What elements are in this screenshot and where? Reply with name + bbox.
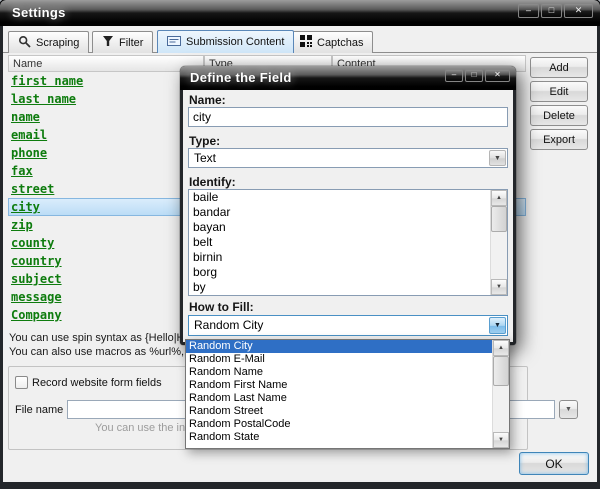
- form-icon: [167, 35, 181, 50]
- type-select-value: Text: [194, 149, 216, 167]
- how-to-fill-dropdown-list: Random City Random E-Mail Random Name Ra…: [185, 339, 510, 449]
- tab-label: Captchas: [317, 37, 363, 49]
- scroll-down-icon: ▼: [498, 437, 504, 443]
- list-item[interactable]: baile: [189, 190, 490, 205]
- maximize-icon: □: [472, 70, 477, 79]
- scroll-down-icon: ▼: [496, 284, 502, 290]
- close-button[interactable]: ✕: [564, 3, 593, 18]
- name-input[interactable]: [188, 107, 508, 127]
- minimize-button[interactable]: –: [518, 3, 539, 18]
- define-field-dialog: Define the Field – □ ✕ Name: Type: Text …: [180, 66, 516, 345]
- dropdown-option[interactable]: Random E-Mail: [186, 353, 492, 366]
- settings-titlebar[interactable]: Settings – □ ✕: [0, 0, 600, 26]
- scroll-up-button[interactable]: ▲: [491, 190, 507, 206]
- dialog-body: Name: Type: Text ▼ Identify: baile banda…: [183, 90, 513, 342]
- tab-captchas[interactable]: Captchas: [290, 31, 373, 53]
- tab-filter[interactable]: Filter: [92, 31, 153, 53]
- scroll-up-icon: ▲: [496, 195, 502, 201]
- list-item[interactable]: bayan: [189, 220, 490, 235]
- funnel-icon: [102, 35, 114, 50]
- list-item[interactable]: birnin: [189, 250, 490, 265]
- ok-button[interactable]: OK: [519, 452, 589, 475]
- column-header-name[interactable]: Name: [8, 55, 204, 72]
- dropdown-option[interactable]: Random First Name: [186, 379, 492, 392]
- window-title: Settings: [12, 5, 66, 20]
- minimize-icon: –: [452, 70, 456, 79]
- type-select[interactable]: Text ▼: [188, 148, 508, 168]
- dialog-window-controls: – □ ✕: [445, 69, 510, 82]
- dropdown-option[interactable]: Random Last Name: [186, 392, 492, 405]
- spin-syntax-note: You can use spin syntax as {Hello|H: [9, 332, 185, 344]
- dropdown-scrollbar[interactable]: ▲ ▼: [492, 340, 509, 448]
- dropdown-option[interactable]: Random Street: [186, 405, 492, 418]
- scrollbar-thumb[interactable]: [491, 206, 507, 232]
- maximize-icon: □: [549, 5, 554, 15]
- dropdown-option-selected[interactable]: Random City: [186, 340, 492, 353]
- chevron-down-icon[interactable]: ▼: [489, 317, 506, 334]
- record-form-fields-checkbox[interactable]: [15, 376, 28, 389]
- tab-submission-content[interactable]: Submission Content: [157, 30, 294, 53]
- window-controls: – □ ✕: [518, 3, 593, 18]
- file-name-label: File name: [15, 404, 63, 416]
- macros-note: You can also use macros as %url%,: [9, 346, 184, 358]
- qr-icon: [300, 35, 312, 50]
- dialog-title: Define the Field: [190, 70, 292, 85]
- list-item[interactable]: by: [189, 280, 490, 295]
- name-label: Name:: [189, 93, 226, 107]
- tab-label: Filter: [119, 37, 143, 49]
- list-item[interactable]: bandar: [189, 205, 490, 220]
- magnifier-icon: [18, 35, 31, 51]
- tab-label: Scraping: [36, 37, 79, 49]
- export-button[interactable]: Export: [530, 129, 588, 150]
- dialog-maximize-button[interactable]: □: [465, 69, 483, 82]
- settings-window: Settings – □ ✕ Scraping Filter Submissio…: [0, 0, 600, 489]
- chevron-down-icon: ▼: [565, 406, 572, 413]
- close-icon: ✕: [494, 70, 501, 79]
- list-item[interactable]: borg: [189, 265, 490, 280]
- how-to-fill-select[interactable]: Random City ▼: [188, 315, 508, 336]
- add-button[interactable]: Add: [530, 57, 588, 78]
- dropdown-option[interactable]: Random PostalCode: [186, 418, 492, 431]
- tab-scraping[interactable]: Scraping: [8, 31, 89, 53]
- how-to-fill-label: How to Fill:: [189, 300, 254, 314]
- type-label: Type:: [189, 134, 220, 148]
- list-item[interactable]: belt: [189, 235, 490, 250]
- tab-label: Submission Content: [186, 36, 284, 48]
- edit-button[interactable]: Edit: [530, 81, 588, 102]
- dialog-titlebar[interactable]: Define the Field – □ ✕: [180, 66, 516, 90]
- minimize-icon: –: [526, 5, 531, 15]
- dropdown-option[interactable]: Random Name: [186, 366, 492, 379]
- scroll-up-icon: ▲: [498, 345, 504, 351]
- identify-scrollbar[interactable]: ▲ ▼: [490, 190, 507, 295]
- dialog-close-button[interactable]: ✕: [485, 69, 510, 82]
- scroll-down-button[interactable]: ▼: [491, 279, 507, 295]
- scrollbar-thumb[interactable]: [493, 356, 509, 386]
- file-name-dropdown-button[interactable]: ▼: [559, 400, 578, 419]
- scroll-down-button[interactable]: ▼: [493, 432, 509, 448]
- identify-label: Identify:: [189, 175, 236, 189]
- how-to-fill-value: Random City: [194, 316, 263, 335]
- delete-button[interactable]: Delete: [530, 105, 588, 126]
- identify-listbox[interactable]: baile bandar bayan belt birnin borg by ▲…: [188, 189, 508, 296]
- record-form-fields-label: Record website form fields: [32, 377, 162, 389]
- close-icon: ✕: [575, 5, 583, 15]
- dialog-minimize-button[interactable]: –: [445, 69, 463, 82]
- maximize-button[interactable]: □: [541, 3, 562, 18]
- dropdown-option[interactable]: Random State: [186, 431, 492, 444]
- scroll-up-button[interactable]: ▲: [493, 340, 509, 356]
- chevron-down-icon[interactable]: ▼: [489, 150, 506, 166]
